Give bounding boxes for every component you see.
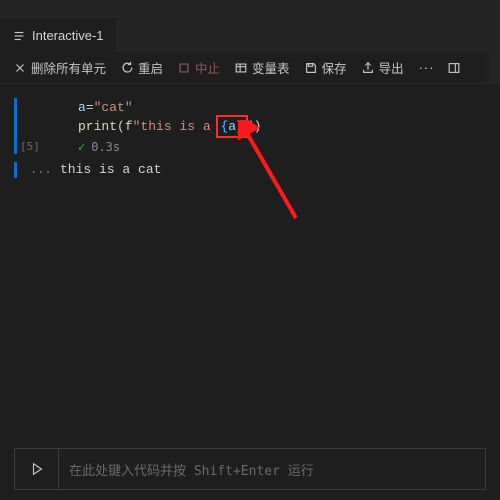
title-bar-area xyxy=(0,0,500,18)
exec-time: 0.3s xyxy=(91,140,120,154)
output-marker xyxy=(14,162,17,178)
run-button[interactable] xyxy=(15,449,59,489)
panel-icon[interactable] xyxy=(445,59,463,77)
tab-interactive-1[interactable]: Interactive-1 xyxy=(0,18,116,52)
cell-marker xyxy=(14,98,17,154)
output-continuation: ... xyxy=(30,162,52,176)
vertical-scrollbar[interactable] xyxy=(488,84,500,440)
clear-all-label: 删除所有单元 xyxy=(31,58,106,77)
code-line-1: a="cat" xyxy=(78,98,500,117)
execution-count: [5] xyxy=(20,140,40,153)
stop-button[interactable]: 中止 xyxy=(172,56,225,79)
restart-button[interactable]: 重启 xyxy=(115,56,168,79)
output-text: this is a cat xyxy=(60,162,500,177)
input-placeholder: 在此处键入代码并按 Shift+Enter 运行 xyxy=(69,460,314,479)
variables-button[interactable]: 变量表 xyxy=(229,56,295,79)
more-button[interactable]: ··· xyxy=(413,60,441,75)
editor-area: [5] a="cat" print(f"this is a {a}") ✓ 0.… xyxy=(0,84,500,440)
code-cell[interactable]: [5] a="cat" print(f"this is a {a}") ✓ 0.… xyxy=(0,84,500,158)
stop-label: 中止 xyxy=(195,58,220,77)
code-input[interactable]: 在此处键入代码并按 Shift+Enter 运行 xyxy=(59,449,485,489)
toolbar: 删除所有单元 重启 中止 变量表 保存 导出 ··· xyxy=(0,52,500,84)
export-label: 导出 xyxy=(379,58,404,77)
save-button[interactable]: 保存 xyxy=(299,56,352,79)
tab-title: Interactive-1 xyxy=(32,28,104,43)
clear-all-button[interactable]: 删除所有单元 xyxy=(8,56,111,79)
export-button[interactable]: 导出 xyxy=(356,56,409,79)
input-box: 在此处键入代码并按 Shift+Enter 运行 xyxy=(14,448,486,490)
tab-bar: Interactive-1 xyxy=(0,18,500,52)
highlight-box: {a} xyxy=(216,115,247,138)
list-icon xyxy=(12,29,26,43)
restart-label: 重启 xyxy=(138,58,163,77)
code-line-2: print(f"this is a {a}") xyxy=(78,117,500,136)
output-cell: ... this is a cat xyxy=(0,158,500,181)
save-label: 保存 xyxy=(322,58,347,77)
variables-label: 变量表 xyxy=(252,58,290,77)
cell-status: ✓ 0.3s xyxy=(78,140,500,154)
check-icon: ✓ xyxy=(78,140,85,154)
code-block[interactable]: a="cat" print(f"this is a {a}") xyxy=(78,98,500,136)
toolbar-fade xyxy=(482,18,500,84)
